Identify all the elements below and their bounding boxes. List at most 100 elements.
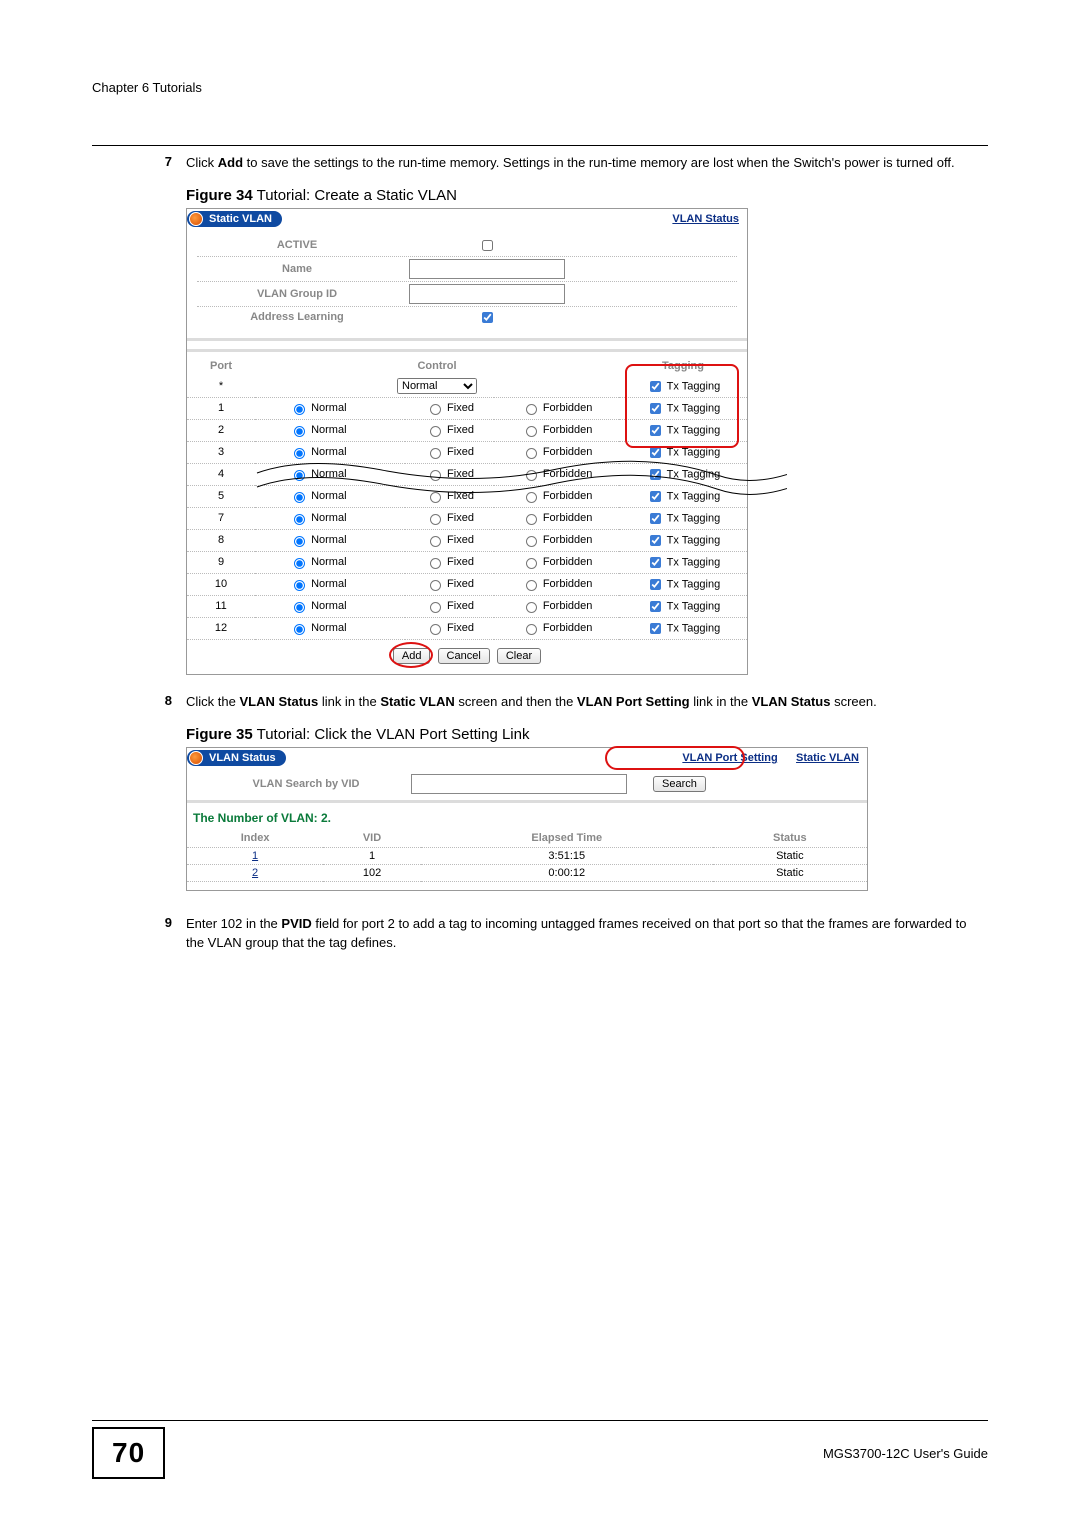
control-forbidden-radio[interactable] [526,536,537,547]
control-normal-radio[interactable] [294,426,305,437]
control-fixed-radio[interactable] [430,602,441,613]
port-number: 9 [187,551,255,573]
search-button[interactable]: Search [653,776,706,792]
table-row: 8 Normal Fixed Forbidden Tx Tagging [187,529,747,551]
col-index: Index [187,829,323,848]
default-tx-checkbox[interactable] [650,381,661,392]
t: Forbidden [543,534,593,546]
control-fixed-radio[interactable] [430,558,441,569]
control-forbidden-radio[interactable] [526,404,537,415]
t: Fixed [447,622,474,634]
panel-title-text: VLAN Status [209,752,276,764]
vlan-port-setting-link[interactable]: VLAN Port Setting [682,752,777,764]
table-row: 113:51:15Static [187,847,867,864]
index-link[interactable]: 2 [252,867,258,879]
tx-tagging-checkbox[interactable] [650,513,661,524]
table-row-default: * Normal Tx Tagging [187,376,747,398]
col-tagging: Tagging [619,356,747,376]
tx-tagging-checkbox[interactable] [650,557,661,568]
divider [187,338,747,352]
control-fixed-radio[interactable] [430,580,441,591]
add-button[interactable]: Add [393,648,431,664]
port-number: 5 [187,485,255,507]
control-normal-radio[interactable] [294,580,305,591]
port-number: 2 [187,419,255,441]
index-link[interactable]: 1 [252,850,258,862]
control-normal-radio[interactable] [294,404,305,415]
t: Forbidden [543,424,593,436]
tx-tagging-checkbox[interactable] [650,403,661,414]
t: Fixed [447,578,474,590]
figure34-caption: Figure 34 Tutorial: Create a Static VLAN [186,187,988,204]
tx-tagging-checkbox[interactable] [650,601,661,612]
table-row: 21020:00:12Static [187,864,867,881]
step-number: 8 [92,693,186,712]
panel-title-pill: VLAN Status [187,750,286,766]
t: link in the [690,694,752,709]
elapsed-cell: 3:51:15 [421,847,713,864]
name-input[interactable] [409,259,565,279]
vlan-table: Index VID Elapsed Time Status 113:51:15S… [187,829,867,882]
control-normal-radio[interactable] [294,558,305,569]
control-forbidden-radio[interactable] [526,624,537,635]
clear-button[interactable]: Clear [497,648,541,664]
col-control: Control [255,356,619,376]
t: Tx Tagging [667,578,721,590]
addr-learning-checkbox[interactable] [482,312,493,323]
t: Normal [311,402,346,414]
pill-dot-icon [189,751,203,765]
control-normal-radio[interactable] [294,514,305,525]
port-number: 10 [187,573,255,595]
search-label: VLAN Search by VID [201,778,411,790]
t: Figure 34 [186,187,253,204]
cancel-button[interactable]: Cancel [438,648,490,664]
control-normal-radio[interactable] [294,602,305,613]
rule-top [92,145,988,146]
port-number: 8 [187,529,255,551]
control-forbidden-radio[interactable] [526,580,537,591]
control-fixed-radio[interactable] [430,426,441,437]
panel-title-text: Static VLAN [209,213,272,225]
control-fixed-radio[interactable] [430,624,441,635]
tx-tagging-checkbox[interactable] [650,425,661,436]
pill-dot-icon [189,212,203,226]
control-forbidden-radio[interactable] [526,602,537,613]
active-checkbox[interactable] [482,240,493,251]
page-footer: 70 MGS3700-12C User's Guide [92,1420,988,1479]
t: Normal [311,600,346,612]
t: Tx Tagging [667,600,721,612]
vlan-group-input[interactable] [409,284,565,304]
vlan-status-link[interactable]: VLAN Status [672,213,739,225]
figure35-panel: VLAN Status VLAN Port Setting Static VLA… [186,747,868,891]
step-number: 7 [92,154,186,173]
t: Enter 102 in the [186,916,281,931]
control-forbidden-radio[interactable] [526,514,537,525]
t: Normal [311,534,346,546]
port-number: 1 [187,397,255,419]
t: Normal [311,556,346,568]
t: Forbidden [543,600,593,612]
t: VLAN Port Setting [577,694,690,709]
vid-search-input[interactable] [411,774,627,794]
t: PVID [281,916,311,931]
default-control-select[interactable]: Normal [397,378,477,394]
tx-tagging-checkbox[interactable] [650,535,661,546]
control-forbidden-radio[interactable] [526,558,537,569]
control-normal-radio[interactable] [294,624,305,635]
control-fixed-radio[interactable] [430,404,441,415]
t: Fixed [447,556,474,568]
t: Forbidden [543,622,593,634]
table-row: 11 Normal Fixed Forbidden Tx Tagging [187,595,747,617]
t: Figure 35 [186,726,253,743]
control-fixed-radio[interactable] [430,514,441,525]
control-fixed-radio[interactable] [430,536,441,547]
static-vlan-link[interactable]: Static VLAN [796,752,859,764]
control-forbidden-radio[interactable] [526,426,537,437]
control-normal-radio[interactable] [294,536,305,547]
port-number: 11 [187,595,255,617]
tx-tagging-checkbox[interactable] [650,623,661,634]
tx-tagging-checkbox[interactable] [650,579,661,590]
step-7: 7 Click Add to save the settings to the … [92,154,988,173]
col-status: Status [713,829,867,848]
col-vid: VID [323,829,421,848]
